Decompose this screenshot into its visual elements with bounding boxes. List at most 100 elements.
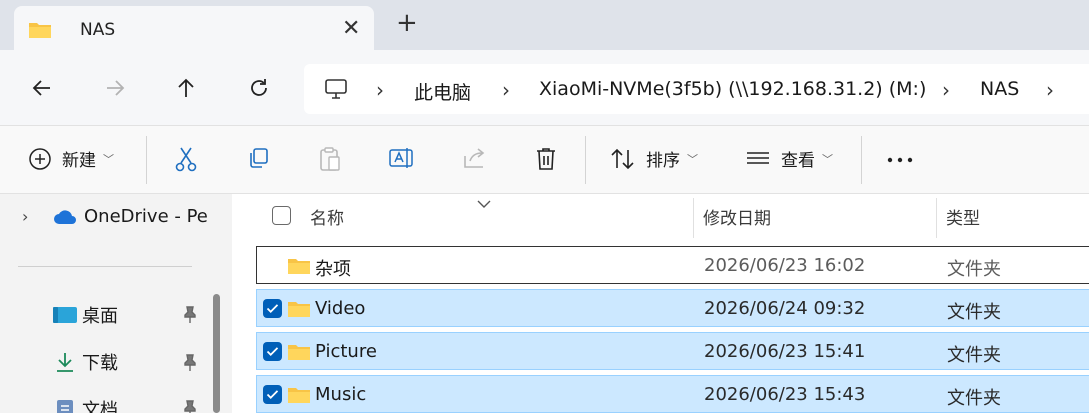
tab-nas[interactable]: NAS ✕ <box>14 6 374 50</box>
sidebar-item-label: 文档 <box>82 400 118 413</box>
cut-icon <box>175 147 197 172</box>
column-divider[interactable] <box>936 198 937 238</box>
file-modified: 2026/06/24 09:32 <box>704 298 866 319</box>
close-icon[interactable]: ✕ <box>342 16 360 41</box>
desktop-icon <box>53 307 77 323</box>
folder-icon <box>287 342 311 366</box>
file-name: Music <box>315 384 367 405</box>
tab-title: NAS <box>80 20 116 40</box>
sidebar-scrollbar[interactable] <box>213 294 220 413</box>
folder-icon <box>287 385 311 409</box>
paste-button[interactable] <box>318 146 342 172</box>
divider <box>18 266 192 267</box>
refresh-icon[interactable] <box>243 72 275 104</box>
copy-button[interactable] <box>246 146 270 170</box>
column-header-name[interactable]: 名称 <box>310 204 344 229</box>
table-row[interactable]: Music 2026/06/23 15:43 文件夹 <box>256 375 1089 413</box>
view-label: 查看 <box>781 151 815 171</box>
folder-icon <box>287 256 311 280</box>
breadcrumb-chevron-icon[interactable]: › <box>1046 78 1054 102</box>
table-row[interactable]: Picture 2026/06/23 15:41 文件夹 <box>256 332 1089 370</box>
file-modified: 2026/06/23 16:02 <box>704 255 866 276</box>
copy-icon <box>250 148 268 168</box>
onedrive-icon <box>54 209 76 224</box>
command-bar: 新建 ﹀ 排序 ﹀ 查看 ﹀ <box>0 126 1089 194</box>
breadcrumb-chevron-icon[interactable]: › <box>502 78 510 102</box>
sidebar-item-onedrive[interactable]: › OneDrive - Pe <box>22 206 208 227</box>
chevron-down-icon <box>476 194 492 213</box>
file-type: 文件夹 <box>947 388 1001 409</box>
column-header-row: 名称 修改日期 类型 <box>232 194 1089 238</box>
table-row[interactable]: Video 2026/06/24 09:32 文件夹 <box>256 289 1089 327</box>
pin-icon[interactable] <box>182 306 198 328</box>
download-icon <box>57 353 73 372</box>
breadcrumb-chevron-icon[interactable]: › <box>376 78 384 102</box>
forward-arrow-icon[interactable] <box>99 72 131 104</box>
up-arrow-icon[interactable] <box>170 72 202 104</box>
delete-icon <box>537 148 555 170</box>
new-button[interactable]: 新建 ﹀ <box>28 146 114 171</box>
computer-icon <box>324 77 348 105</box>
document-icon <box>57 400 73 413</box>
column-header-type[interactable]: 类型 <box>946 204 980 229</box>
folder-icon <box>28 20 52 44</box>
divider <box>146 136 147 184</box>
file-name: 杂项 <box>315 259 351 280</box>
divider <box>585 136 586 184</box>
rename-icon <box>389 148 413 168</box>
plus-icon[interactable]: + <box>396 10 418 36</box>
column-header-modified[interactable]: 修改日期 <box>703 204 771 229</box>
breadcrumb-drive[interactable]: XiaoMi-NVMe(3f5b) (\\192.168.31.2) (M:) <box>539 78 926 100</box>
file-name: Video <box>315 298 366 319</box>
chevron-down-icon: ﹀ <box>687 152 698 166</box>
pin-icon[interactable] <box>182 354 198 376</box>
more-button[interactable] <box>886 148 914 172</box>
share-button[interactable] <box>462 146 488 170</box>
column-divider[interactable] <box>693 198 694 238</box>
breadcrumb-this-pc[interactable]: 此电脑 <box>414 78 471 105</box>
file-type: 文件夹 <box>947 345 1001 366</box>
breadcrumb-nas[interactable]: NAS <box>980 78 1019 100</box>
rename-button[interactable] <box>388 146 416 170</box>
sort-label: 排序 <box>646 151 680 171</box>
row-checkbox[interactable] <box>263 385 282 404</box>
back-arrow-icon[interactable] <box>26 72 58 104</box>
address-bar[interactable]: › 此电脑 › XiaoMi-NVMe(3f5b) (\\192.168.31.… <box>304 64 1089 114</box>
sort-icon <box>611 148 634 169</box>
file-type: 文件夹 <box>947 302 1001 323</box>
file-modified: 2026/06/23 15:43 <box>704 384 866 405</box>
view-icon <box>747 151 769 164</box>
cut-button[interactable] <box>174 146 198 172</box>
select-all-checkbox[interactable] <box>272 206 291 225</box>
sidebar-item-downloads[interactable]: 下载 <box>54 349 118 375</box>
plus-icon <box>29 147 51 170</box>
sidebar-item-desktop[interactable]: 桌面 <box>52 302 118 328</box>
breadcrumb-chevron-icon[interactable]: › <box>942 78 950 102</box>
divider <box>861 136 862 184</box>
navigation-pane: › OneDrive - Pe 桌面 下载 文档 <box>0 194 232 413</box>
sidebar-item-label: OneDrive - Pe <box>84 206 208 227</box>
folder-icon <box>287 299 311 323</box>
navigation-bar: › 此电脑 › XiaoMi-NVMe(3f5b) (\\192.168.31.… <box>0 50 1089 126</box>
sidebar-item-documents[interactable]: 文档 <box>54 396 118 413</box>
sidebar-item-label: 下载 <box>82 353 118 374</box>
file-modified: 2026/06/23 15:41 <box>704 341 866 362</box>
chevron-down-icon: ﹀ <box>103 152 114 166</box>
view-button[interactable]: 查看 ﹀ <box>745 146 833 171</box>
new-label: 新建 <box>62 151 96 171</box>
chevron-right-icon[interactable]: › <box>22 207 52 226</box>
row-checkbox[interactable] <box>263 342 282 361</box>
sidebar-item-label: 桌面 <box>82 306 118 327</box>
file-list: 名称 修改日期 类型 杂项 2026/06/23 16:02 文件夹 Video… <box>232 194 1089 413</box>
sort-button[interactable]: 排序 ﹀ <box>610 146 698 171</box>
share-icon <box>464 148 485 168</box>
paste-icon <box>320 147 340 171</box>
file-name: Picture <box>315 341 377 362</box>
file-type: 文件夹 <box>947 259 1001 280</box>
pin-icon[interactable] <box>182 400 198 413</box>
table-row[interactable]: 杂项 2026/06/23 16:02 文件夹 <box>256 246 1089 284</box>
delete-button[interactable] <box>534 146 558 172</box>
row-checkbox[interactable] <box>263 299 282 318</box>
more-icon <box>887 157 913 163</box>
tab-strip: NAS ✕ + <box>0 0 1089 50</box>
